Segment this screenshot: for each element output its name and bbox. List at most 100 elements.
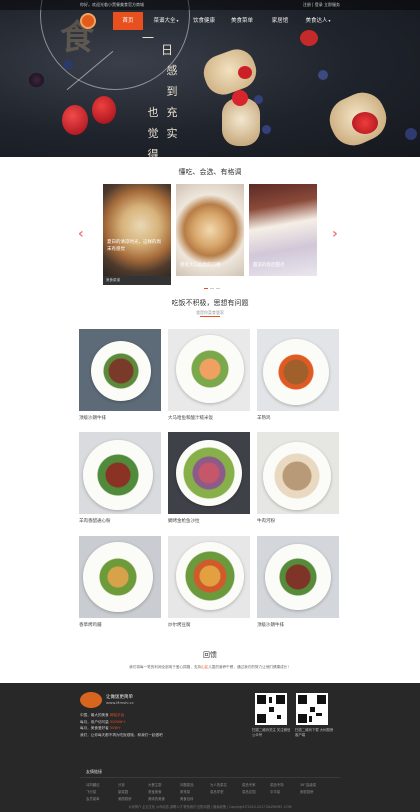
carousel-card[interactable]: 甜美的饭后甜点	[249, 184, 317, 285]
friend-link[interactable]: 豪菜园	[118, 789, 128, 794]
blackberry-image	[29, 73, 44, 87]
carousel-card[interactable]: 感受大口品尝的口感	[176, 184, 244, 285]
friend-link[interactable]: 菜品专场	[270, 782, 284, 787]
carousel-next-icon[interactable]: ›	[332, 226, 338, 242]
plate	[263, 339, 329, 405]
friend-link[interactable]: 会员菜单	[86, 796, 100, 801]
friend-link[interactable]: 滚宝美食	[148, 789, 162, 794]
dish-image	[168, 536, 250, 618]
nav-item-home-living[interactable]: 家居馆	[265, 12, 295, 30]
dish-tile[interactable]: 羊肉香醋通心粉	[79, 432, 161, 524]
section1-title: 懂吃、会选、有格调	[178, 168, 242, 176]
footer-stat-text: 每月，美食爱好者	[80, 726, 109, 730]
friend-link[interactable]: 菜品花园	[242, 789, 256, 794]
friend-link[interactable]: 飞行菜	[86, 789, 96, 794]
top-info-bar: 你好，欢迎光临小黑餐美食官方商城 注册 | 登录 立即服务	[0, 0, 420, 10]
qr-code-wechat	[255, 693, 287, 725]
review-text-a: 我们将每一笔的利润全部用于爱心捐赠，支持	[129, 665, 202, 669]
dish-tile[interactable]: 牛肉河粉	[257, 432, 339, 524]
logo[interactable]	[80, 13, 96, 29]
carousel-dot[interactable]	[210, 288, 214, 290]
dish-image	[257, 536, 339, 618]
footer-stat-value: 5000W+	[109, 719, 126, 724]
dish-tile[interactable]: 大马哈鱼和酸汁糙米饭	[168, 329, 250, 421]
friend-link[interactable]: 家庭厨房	[300, 789, 314, 794]
nav-item-menu[interactable]: 美食菜单	[227, 12, 257, 30]
footer-stat-text: 我们，让你每天都不再为吃饭烦恼，和我们一起做吧	[80, 732, 163, 737]
friend-link[interactable]: 36°高级菜	[300, 782, 316, 787]
strawberry-image	[92, 96, 116, 124]
pizza-image	[103, 184, 171, 276]
dish-tile[interactable]: 香草烤鸡脯	[79, 536, 161, 628]
carousel-indicators	[203, 288, 221, 290]
qr-code-app	[296, 693, 328, 725]
strawberry-image	[62, 105, 88, 135]
carousel-caption: 夏日的清凉时光，这样的周末有感觉	[107, 240, 161, 252]
review-text-b: 儿童的营养午餐，通过我们的努力让他们健康成长！	[208, 665, 291, 669]
dish-label: 炒尔烤豆腐	[168, 623, 191, 628]
nav-item-label: 美食达人	[305, 18, 328, 24]
plate	[91, 341, 151, 401]
dish-image	[79, 536, 161, 618]
friend-link[interactable]: 问题菜品	[180, 782, 194, 787]
welcome-text: 你好，欢迎光临小黑餐美食官方商城	[80, 2, 144, 7]
nav-item-experts[interactable]: 美食达人▾	[303, 12, 333, 30]
dish-label: 顶级沙朗牛排	[257, 623, 284, 628]
friend-link[interactable]: 诗风翩证	[86, 782, 100, 787]
nav-item-health[interactable]: 饮食健康	[189, 12, 219, 30]
section-divider	[200, 316, 220, 317]
nav-item-label: 首页	[122, 18, 134, 24]
dish-label: 香草烤鸡脯	[79, 623, 102, 628]
footer: 让做饭更简单 www.Mmshi.cc 中国，最大的美食 网站平台 每月，用户访…	[0, 683, 420, 812]
copyright: 公司简介 企业文化 公司动态 诚聘人才 联系我们 回馈问题 | 隐私政策 | C…	[128, 805, 292, 809]
carousel-card[interactable]: 夏日的清凉时光，这样的周末有感觉 美食菜谱	[103, 184, 171, 285]
friend-link[interactable]: 为人的菜名	[210, 782, 227, 787]
friend-link[interactable]: 菜品学堂	[210, 789, 224, 794]
dish-label: 羊肉香醋通心粉	[79, 519, 111, 524]
friend-link[interactable]: 中华菜	[270, 789, 280, 794]
friend-link[interactable]: 美味的美食	[148, 796, 165, 801]
plate	[83, 440, 153, 510]
nav-item-recipes[interactable]: 菜谱大全▾	[151, 12, 181, 30]
section2-title: 吃饭不积极，思想有问题	[171, 299, 249, 307]
carousel-dot[interactable]	[204, 288, 208, 290]
friend-links-title: 友情链接	[86, 769, 102, 774]
dish-label: 顶级沙朗牛排	[79, 416, 106, 421]
dish-tile[interactable]: 炒尔烤豆腐	[168, 536, 250, 628]
dish-image	[168, 329, 250, 411]
friend-link[interactable]: 大餐主厨	[148, 782, 162, 787]
footer-url: www.Mmshi.cc	[106, 700, 134, 705]
qr-caption-app: 扫描二维码下载 大树厨房客户端	[295, 728, 334, 737]
friend-link[interactable]: 家常菜	[180, 789, 190, 794]
main-nav: 首页 菜谱大全▾ 饮食健康 美食菜单 家居馆 美食达人▾	[0, 12, 420, 30]
dish-image	[257, 329, 339, 411]
nav-item-label: 美食菜单	[230, 18, 253, 24]
plate	[176, 440, 242, 506]
dish-tile[interactable]: 顶级沙朗牛排	[257, 536, 339, 628]
plate	[265, 544, 331, 610]
carousel-dot[interactable]	[216, 288, 220, 290]
hero-poem-col3: 感到充实	[166, 64, 178, 140]
footer-stats: 中国，最大的美食 网站平台 每月，用户访问量 5000W+ 每月，美食爱好者 5…	[80, 712, 163, 738]
dish-tile[interactable]: 羊熟鸡	[257, 329, 339, 421]
friend-link[interactable]: 菜品专家	[242, 782, 256, 787]
footer-stat-text: 每月，用户访问量	[80, 719, 109, 724]
friend-link[interactable]: 分钟	[118, 782, 125, 787]
hero-poem-col2: 日	[160, 43, 173, 57]
plate	[176, 542, 244, 610]
friend-link[interactable]: 美丽厨房	[118, 796, 132, 801]
friend-link[interactable]: 美食百科	[180, 796, 194, 801]
dish-tile[interactable]: 鲷烤金枪鱼沙拉	[168, 432, 250, 524]
footer-stat-line: 我们，让你每天都不再为吃饭烦恼，和我们一起做吧	[80, 732, 163, 739]
nav-items: 首页 菜谱大全▾ 饮食健康 美食菜单 家居馆 美食达人▾	[113, 12, 341, 30]
carousel-prev-icon[interactable]: ‹	[78, 226, 84, 242]
chevron-down-icon: ▾	[176, 18, 179, 23]
dish-image	[79, 432, 161, 514]
nav-item-home[interactable]: 首页	[113, 12, 143, 30]
dish-image	[79, 329, 161, 411]
login-register-links[interactable]: 注册 | 登录 立即服务	[303, 2, 340, 8]
page: 食 一 日 感到充实 也觉得满满 你好，欢迎光临小黑餐美食官方商城 注册 | 登…	[0, 0, 420, 812]
dish-tile[interactable]: 顶级沙朗牛排	[79, 329, 161, 421]
hero-poem-col4: 也觉得满满	[147, 106, 159, 157]
dish-label: 大马哈鱼和酸汁糙米饭	[168, 416, 213, 421]
